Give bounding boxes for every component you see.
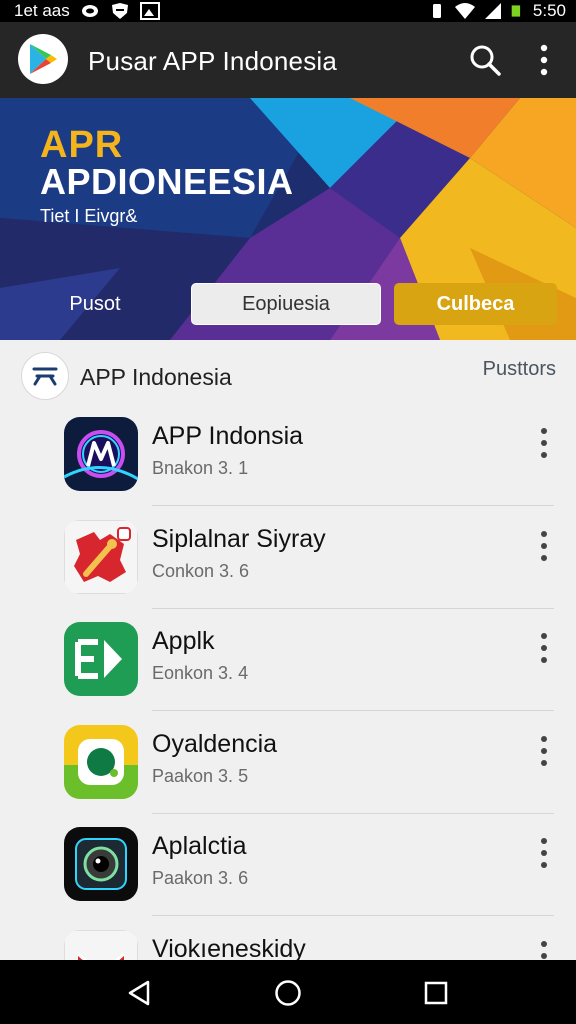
list-item[interactable]: Oyaldencia Paakon 3. 5 xyxy=(0,720,576,823)
vibrate-icon xyxy=(432,4,441,18)
row-divider xyxy=(152,710,554,711)
banner-title-line2: APDIONEESIA xyxy=(40,161,294,202)
camera-lens-icon xyxy=(64,827,138,901)
back-icon[interactable] xyxy=(124,978,154,1008)
app-name: Viokıeneskidy xyxy=(152,934,306,961)
banner-tab-pusot[interactable]: Pusot xyxy=(30,283,160,325)
app-name: Aplalctia xyxy=(152,832,247,860)
row-divider xyxy=(152,505,554,506)
notification-icon xyxy=(81,5,98,17)
row-divider xyxy=(152,915,554,916)
list-item[interactable]: Applk Eonkon 3. 4 xyxy=(0,617,576,720)
more-vert-icon[interactable] xyxy=(530,43,558,77)
app-meta: Paakon 3. 6 xyxy=(152,868,249,888)
row-divider xyxy=(152,607,554,609)
status-bar: 1et aas 5:50 xyxy=(0,0,576,22)
app-meta: Eonkon 3. 4 xyxy=(152,663,249,683)
green-circle-icon xyxy=(64,724,138,799)
more-vert-icon[interactable] xyxy=(530,836,558,870)
home-icon[interactable] xyxy=(273,978,303,1008)
app-meta: Paakon 3. 5 xyxy=(152,765,249,786)
app-list: APP Indonsia Bnakon 3. 1 Siplalnar Siyra… xyxy=(0,412,576,960)
banner-subtitle: Tiet I Eivgr& xyxy=(40,206,138,226)
row-divider xyxy=(152,812,554,814)
list-item[interactable]: Aplalctia Paakon 3. 6 xyxy=(0,822,576,925)
list-item[interactable]: Viokıeneskidy xyxy=(0,925,576,961)
image-icon xyxy=(139,2,160,20)
banner-tab-eopiuesia[interactable]: Eopiuesia xyxy=(191,283,381,325)
list-item[interactable]: Siplalnar Siyray Conkon 3. 6 xyxy=(0,515,576,618)
app-title: Pusar APP Indonesia xyxy=(88,46,338,76)
more-vert-icon[interactable] xyxy=(530,939,558,961)
system-nav-bar xyxy=(0,960,576,1024)
puzzle-icon xyxy=(64,519,138,594)
more-vert-icon[interactable] xyxy=(530,426,558,460)
app-meta: Bnakon 3. 1 xyxy=(152,458,249,478)
neon-m-icon xyxy=(64,417,138,491)
app-name: Oyaldencia xyxy=(152,729,278,758)
more-vert-icon[interactable] xyxy=(530,734,558,768)
hero-banner: APR APDIONEESIA Tiet I Eivgr& Pusot Eopi… xyxy=(0,98,576,340)
section-logo-icon xyxy=(21,352,69,400)
wifi-icon xyxy=(454,3,475,19)
banner-tab-culbeca[interactable]: Culbeca xyxy=(394,283,557,325)
shield-icon xyxy=(111,3,128,19)
section-header: APP Indonesia Pusttors xyxy=(0,340,576,412)
play-store-logo[interactable] xyxy=(18,34,68,84)
signal-icon xyxy=(484,3,501,19)
list-item[interactable]: APP Indonsia Bnakon 3. 1 xyxy=(0,412,576,515)
app-name: Siplalnar Siyray xyxy=(152,524,326,553)
more-vert-icon[interactable] xyxy=(530,631,558,665)
app-meta: Conkon 3. 6 xyxy=(152,560,250,581)
more-vert-icon[interactable] xyxy=(530,529,558,563)
section-more-link[interactable]: Pusttors xyxy=(483,358,556,381)
app-bar: Pusar APP Indonesia xyxy=(0,22,576,98)
play-store-icon xyxy=(30,44,57,74)
recents-icon[interactable] xyxy=(421,978,451,1008)
app-name: APP Indonsia xyxy=(152,422,304,450)
mail-icon xyxy=(64,929,138,960)
app-name: Applk xyxy=(152,627,215,655)
status-time: 5:50 xyxy=(532,1,566,20)
section-title: APP Indonesia xyxy=(80,364,232,390)
ek-arrow-icon xyxy=(64,622,138,696)
app-list-section: APP Indonesia Pusttors APP Indonsia Bnak… xyxy=(0,340,576,960)
status-carrier-text: 1et aas xyxy=(14,1,70,20)
battery-icon xyxy=(511,5,521,17)
search-icon[interactable] xyxy=(468,43,502,77)
